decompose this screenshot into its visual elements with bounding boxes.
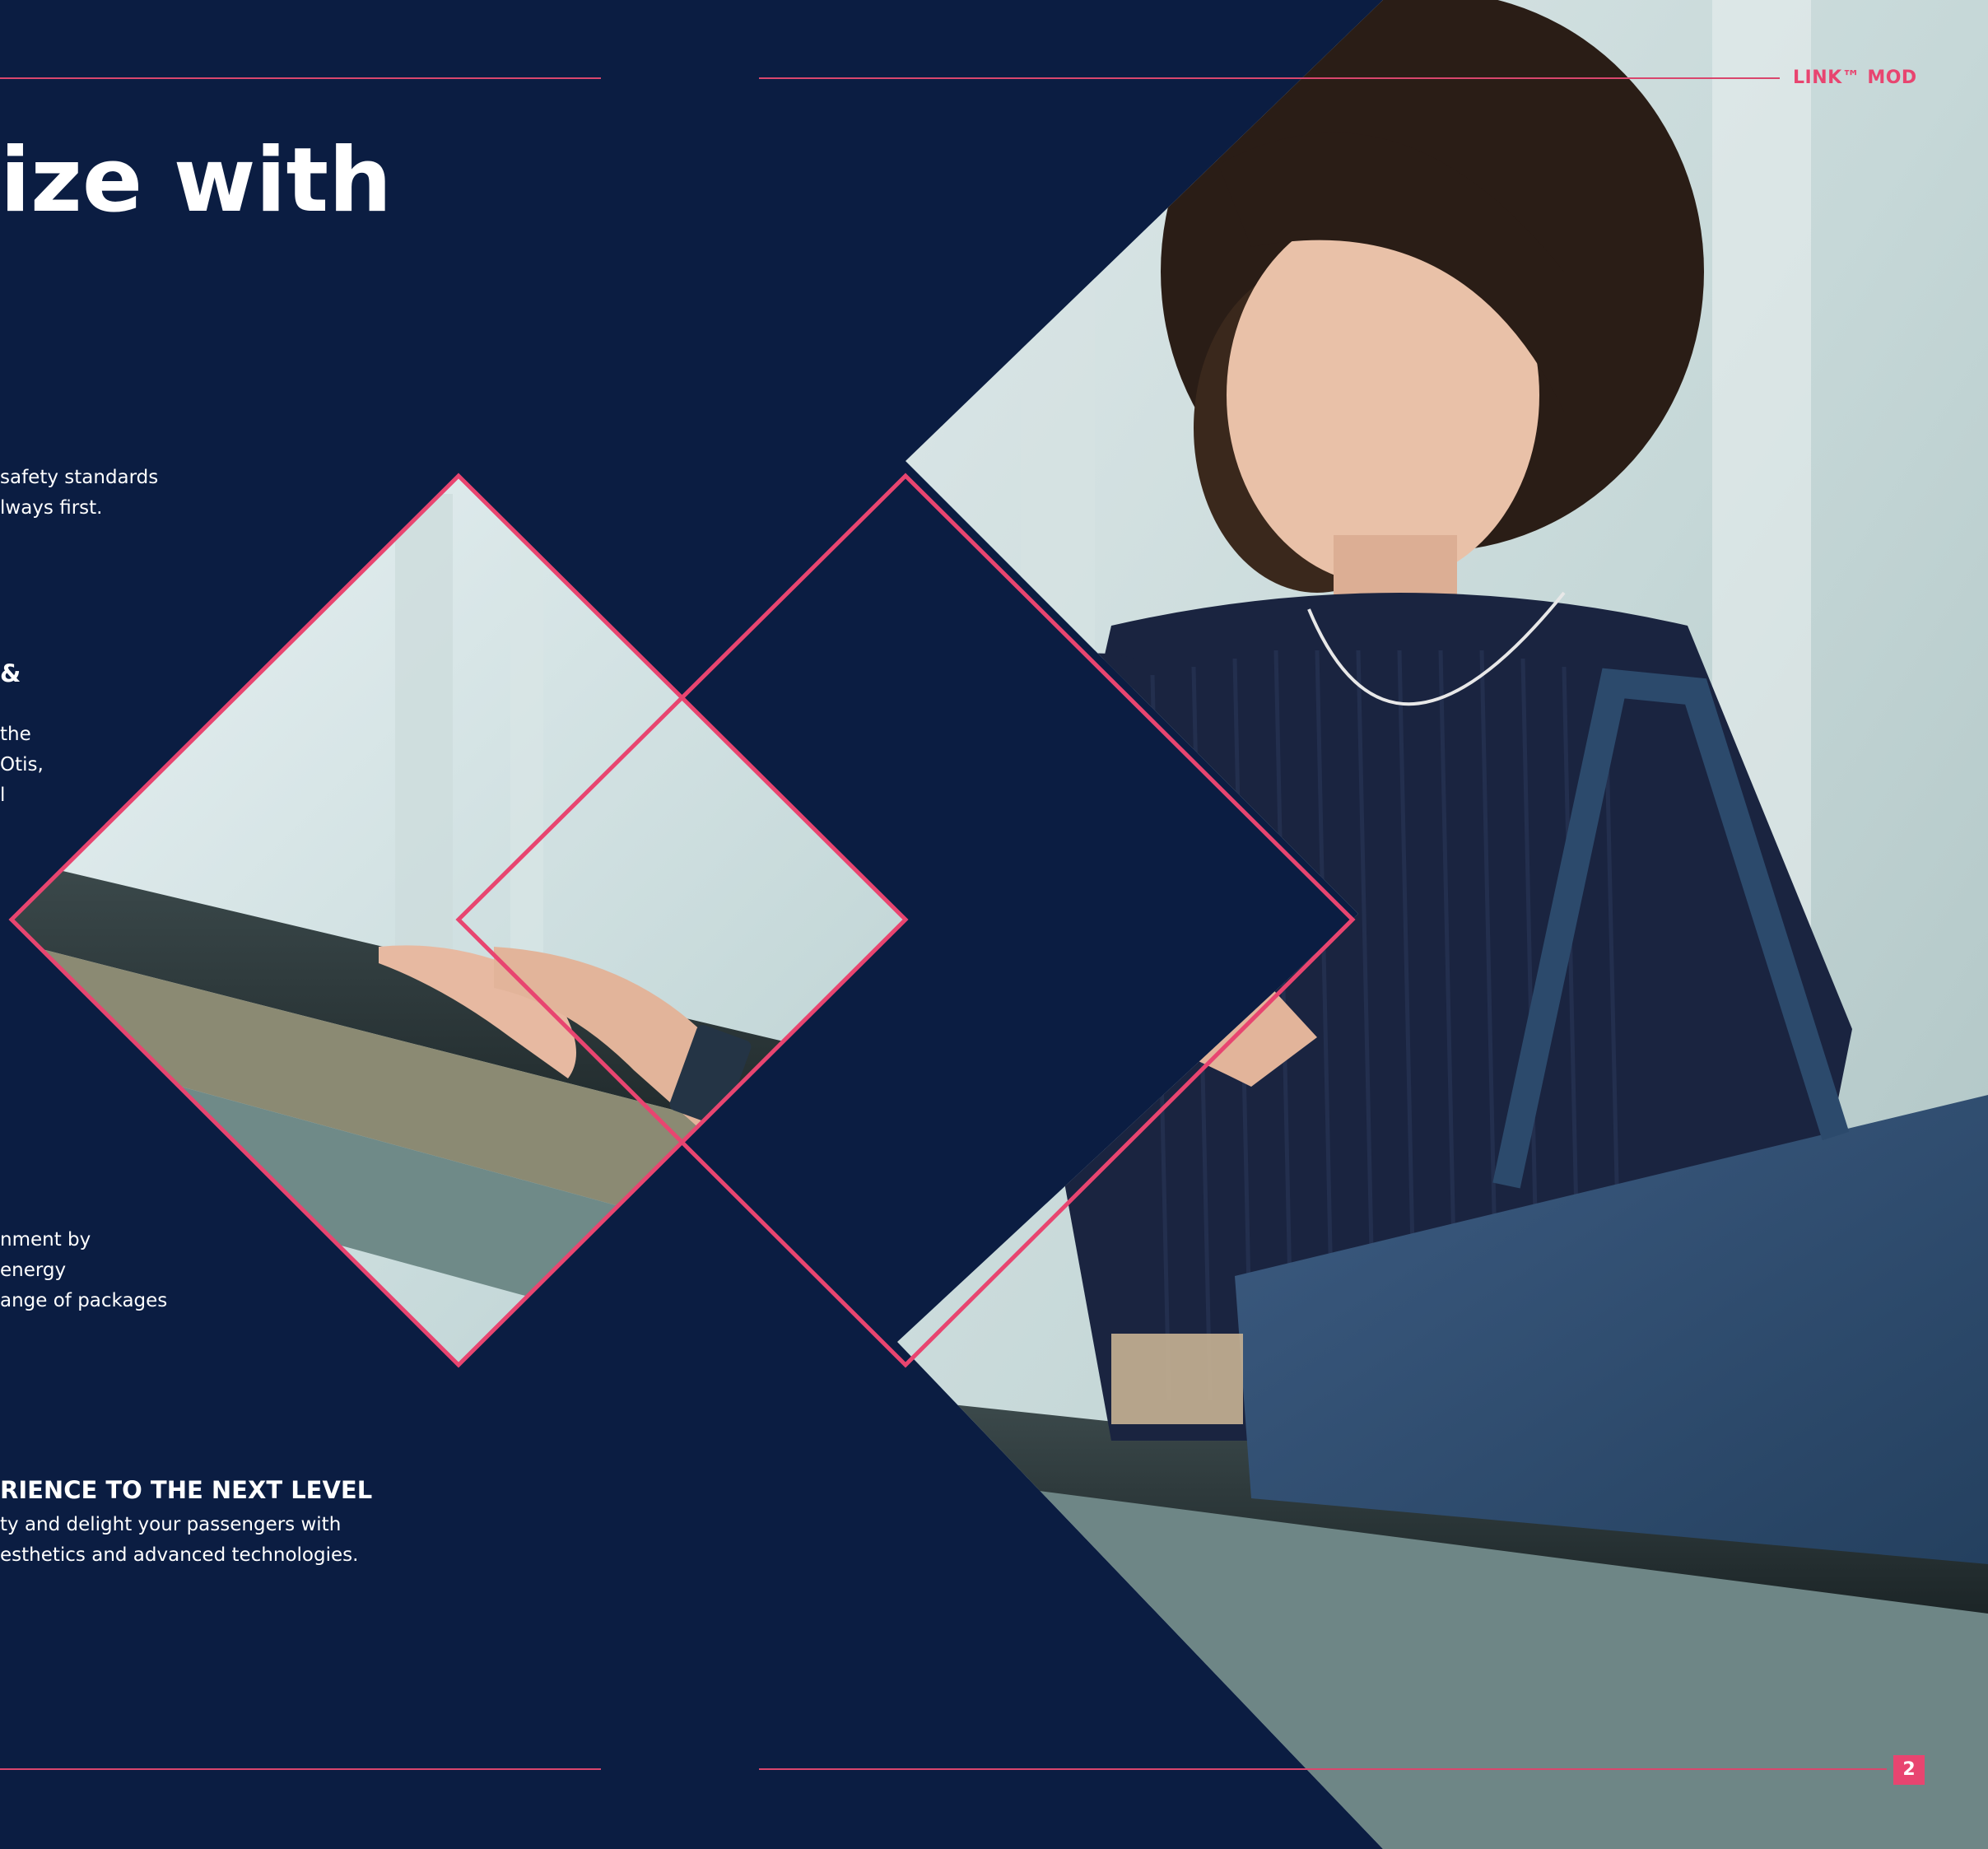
top-rule-left	[0, 77, 601, 79]
energy-text-line-2: energy	[0, 1260, 67, 1281]
energy-text-line-3: ange of packages	[0, 1290, 168, 1311]
safety-text-line-1: safety standards	[0, 467, 159, 488]
experience-text-line-2: esthetics and advanced technologies.	[0, 1544, 359, 1566]
safety-text-line-2: lways first.	[0, 497, 103, 519]
top-rule-right	[759, 77, 1780, 79]
hero-photo	[8, 0, 1988, 1849]
connect-heading: &	[0, 659, 21, 687]
experience-heading: RIENCE TO THE NEXT LEVEL	[0, 1476, 373, 1504]
experience-text-line-1: ty and delight your passengers with	[0, 1514, 342, 1535]
connect-text-line-3: l	[0, 785, 6, 806]
brochure-page: LINK™ MOD ize with safety standards lway…	[0, 0, 1988, 1849]
energy-text-line-1: nment by	[0, 1229, 91, 1251]
connect-text-line-2: Otis,	[0, 754, 44, 775]
connect-text-line-1: the	[0, 724, 31, 745]
bottom-rule-left	[0, 1768, 601, 1770]
brand-label: LINK™ MOD	[1793, 68, 1917, 88]
page-number-badge: 2	[1893, 1755, 1925, 1785]
bottom-rule-right	[759, 1768, 1887, 1770]
page-headline: ize with	[0, 129, 393, 232]
